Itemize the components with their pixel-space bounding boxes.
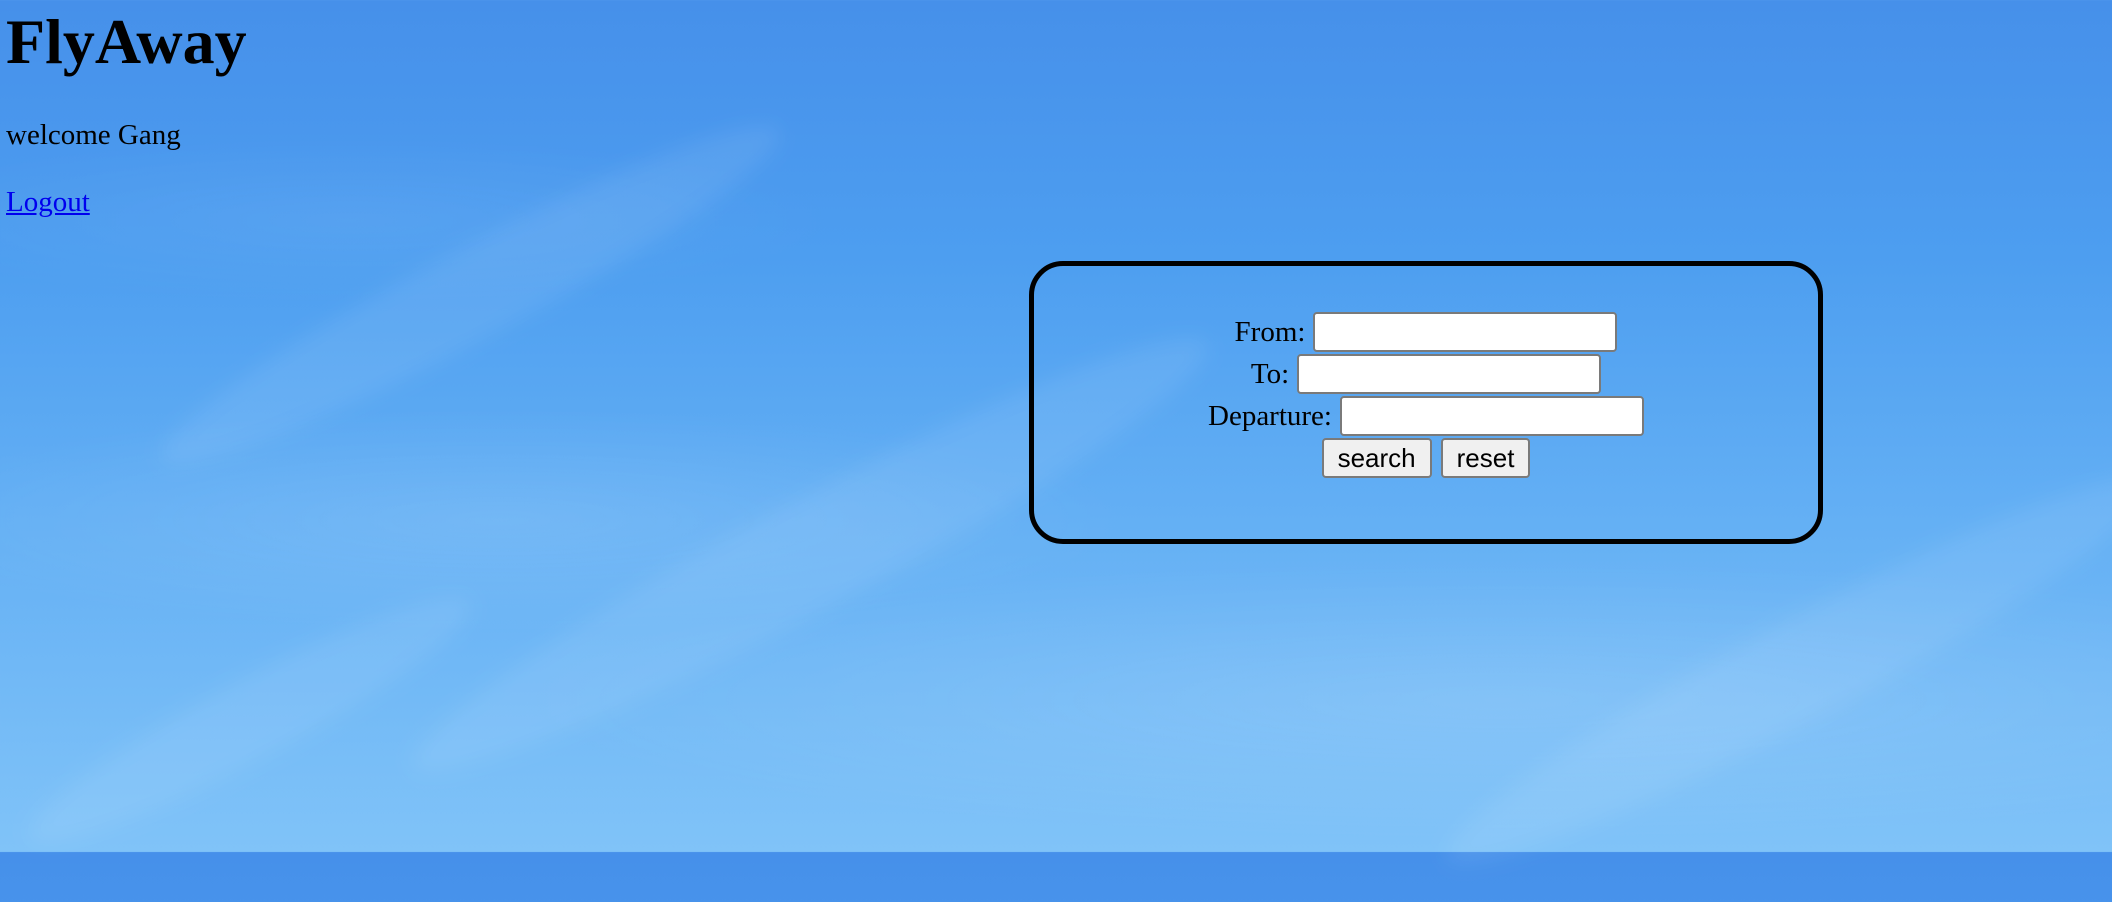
from-label: From: <box>1234 316 1306 348</box>
to-row: To: <box>1034 353 1818 395</box>
departure-input[interactable] <box>1340 396 1644 436</box>
page-header: FlyAway welcome Gang Logout <box>6 0 247 219</box>
search-button[interactable]: search <box>1321 438 1432 478</box>
from-row: From: <box>1034 311 1818 353</box>
flight-search-form: From: To: Departure: search reset <box>1029 261 1823 544</box>
departure-label: Departure: <box>1208 400 1332 432</box>
logout-link[interactable]: Logout <box>6 185 90 219</box>
reset-button[interactable]: reset <box>1440 438 1531 478</box>
form-actions: search reset <box>1034 437 1818 479</box>
to-label: To: <box>1250 358 1290 390</box>
to-input[interactable] <box>1297 354 1602 394</box>
app-title: FlyAway <box>6 6 247 77</box>
welcome-message: welcome Gang <box>6 119 181 151</box>
from-input[interactable] <box>1313 312 1618 352</box>
departure-row: Departure: <box>1034 395 1818 437</box>
